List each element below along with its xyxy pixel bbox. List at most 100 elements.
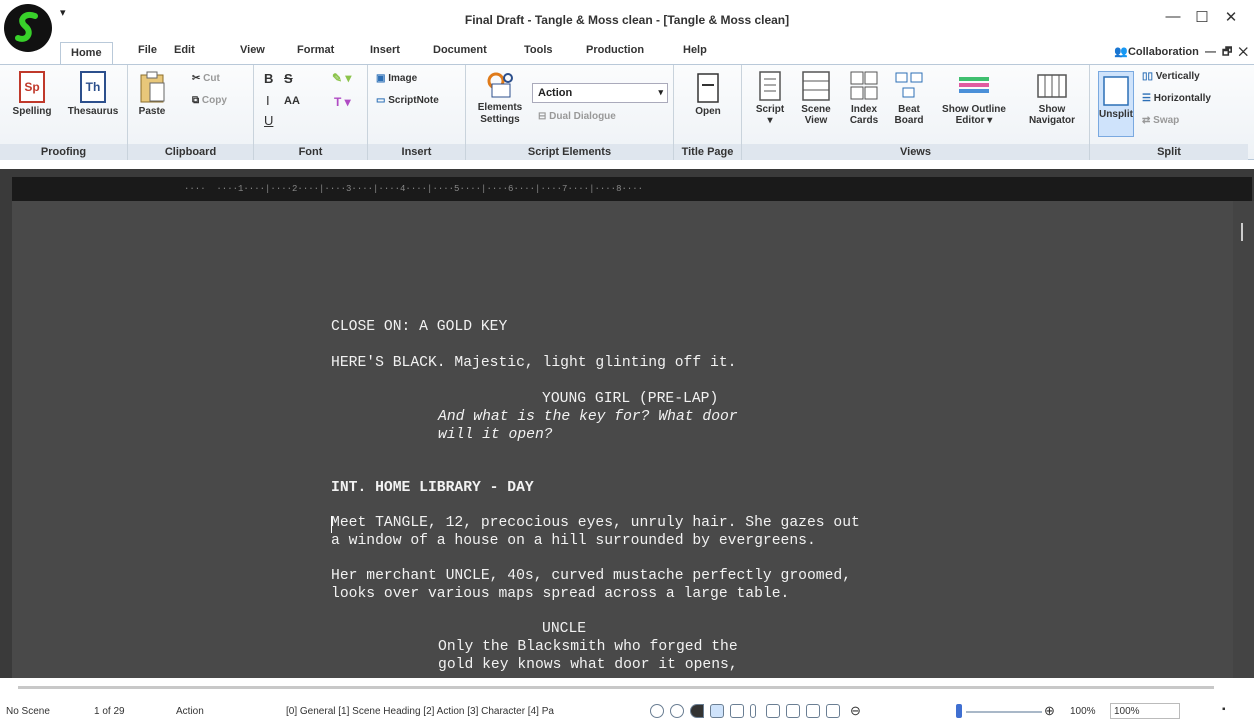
swap-button[interactable]: ⇄ Swap: [1142, 115, 1179, 126]
split-horizontal-icon: ☰: [1142, 93, 1154, 104]
elements-settings-button[interactable]: Elements Settings: [474, 71, 526, 126]
vertical-scrollbar[interactable]: [1233, 201, 1254, 678]
title-page-label: Title Page: [674, 144, 741, 160]
zoom-slider-thumb[interactable]: [956, 704, 962, 718]
split-label: Split: [1090, 144, 1248, 160]
scene-view-button[interactable]: Scene View: [792, 71, 840, 126]
element-select[interactable]: Action ▾: [532, 83, 668, 103]
script-line-character[interactable]: UNCLE: [542, 620, 586, 638]
title-page-open-button[interactable]: Open: [688, 73, 728, 117]
show-navigator-button[interactable]: Show Navigator: [1020, 71, 1084, 126]
copy-button[interactable]: ⧉ Copy: [192, 95, 227, 106]
dual-dialogue-button[interactable]: ⊟ Dual Dialogue: [538, 111, 616, 122]
ribbon-bottom-edge: [0, 161, 1254, 169]
title-page-icon: [697, 73, 719, 103]
collaboration-status-icon[interactable]: [670, 704, 684, 718]
collaboration-button[interactable]: 👥Collaboration — 🗗 ✕: [1114, 43, 1248, 62]
script-line-dialogue[interactable]: gold key knows what door it opens,: [438, 656, 738, 678]
scene-view-status-icon[interactable]: [766, 704, 780, 718]
script-line-dialogue[interactable]: Only the Blacksmith who forged the: [438, 638, 738, 656]
tab-edit[interactable]: Edit: [174, 44, 195, 56]
text-cursor: [331, 516, 332, 533]
paste-button[interactable]: Paste: [134, 71, 170, 117]
cut-icon: ✂: [192, 73, 204, 84]
cut-button[interactable]: ✂ Cut: [192, 73, 220, 84]
script-line-character[interactable]: YOUNG GIRL (PRE-LAP): [542, 390, 718, 408]
views-label: Views: [742, 144, 1089, 160]
outline-status-icon[interactable]: [786, 704, 800, 718]
script-view-button[interactable]: Script ▾: [750, 71, 790, 126]
italic-button[interactable]: I: [266, 93, 270, 108]
tab-document[interactable]: Document: [433, 44, 487, 56]
script-line-dialogue[interactable]: And what is the key for? What door: [438, 408, 738, 426]
status-page[interactable]: 1 of 29: [94, 706, 125, 717]
zoom-level: 100%: [1070, 706, 1096, 717]
navigator-icon: [1037, 74, 1067, 98]
status-element[interactable]: Action: [176, 706, 204, 717]
highlight-icon[interactable]: ✎ ▾: [332, 71, 351, 85]
text-color-icon[interactable]: T ▾: [334, 95, 351, 109]
strikethrough-button[interactable]: S: [284, 71, 293, 86]
zoom-in-icon[interactable]: ⊕: [1044, 703, 1055, 719]
spelling-button[interactable]: Sp Spelling: [4, 71, 60, 117]
unsplit-button[interactable]: Unsplit: [1098, 71, 1134, 137]
close-button[interactable]: ✕: [1219, 8, 1243, 28]
show-outline-editor-button[interactable]: Show Outline Editor ▾: [932, 71, 1016, 126]
split-vertically-button[interactable]: ▯▯ Vertically: [1142, 71, 1200, 82]
tab-help[interactable]: Help: [683, 44, 707, 56]
script-line-action[interactable]: Her merchant UNCLE, 40s, curved mustache…: [331, 567, 851, 585]
speed-view-icon[interactable]: [750, 704, 756, 718]
page-view-icon[interactable]: [710, 704, 724, 718]
script-line-action[interactable]: HERE'S BLACK. Majestic, light glinting o…: [331, 354, 736, 372]
zoom-input[interactable]: 100%: [1110, 703, 1180, 719]
tab-view[interactable]: View: [240, 44, 265, 56]
maximize-button[interactable]: ☐: [1190, 8, 1214, 28]
insert-image-button[interactable]: ▣ Image: [376, 73, 417, 84]
script-line-action[interactable]: a window of a house on a hill surrounded…: [331, 532, 816, 550]
unsplit-icon: [1103, 76, 1129, 106]
tab-production[interactable]: Production: [586, 44, 644, 56]
script-line-action[interactable]: Meet TANGLE, 12, precocious eyes, unruly…: [331, 514, 860, 532]
minimize-button[interactable]: —: [1161, 8, 1185, 28]
script-page[interactable]: [12, 201, 1233, 678]
script-line-action[interactable]: looks over various maps spread across a …: [331, 585, 789, 603]
proofing-group: Sp Spelling Th Thesaurus Proofing: [0, 65, 128, 160]
insert-label: Insert: [368, 144, 465, 160]
views-group: Script ▾ Scene View Index Cards Beat Boar…: [742, 65, 1090, 160]
tab-tools[interactable]: Tools: [524, 44, 553, 56]
script-line-dialogue[interactable]: will it open?: [438, 426, 553, 444]
status-element-shortcuts: [0] General [1] Scene Heading [2] Action…: [286, 706, 554, 717]
clock-icon[interactable]: [650, 704, 664, 718]
bold-button[interactable]: B: [264, 71, 273, 86]
normal-view-icon[interactable]: [730, 704, 744, 718]
ribbon-tabs: Home File Edit View Format Insert Docume…: [0, 40, 1254, 65]
app-logo-icon[interactable]: [4, 4, 52, 52]
split-status-icon[interactable]: [826, 704, 840, 718]
script-line-scene-heading[interactable]: INT. HOME LIBRARY - DAY: [331, 479, 534, 497]
underline-button[interactable]: U: [264, 113, 273, 128]
all-caps-button[interactable]: AA: [284, 95, 300, 107]
vertical-scrollbar-thumb[interactable]: [1241, 223, 1243, 241]
script-line-action[interactable]: CLOSE ON: A GOLD KEY: [331, 318, 507, 336]
proofing-label: Proofing: [0, 144, 127, 160]
scene-view-icon: [802, 71, 830, 101]
horizontal-scrollbar[interactable]: [18, 686, 1214, 689]
tab-insert[interactable]: Insert: [370, 44, 400, 56]
split-horizontally-button[interactable]: ☰ Horizontally: [1142, 93, 1211, 104]
clipboard-label: Clipboard: [128, 144, 253, 160]
night-mode-icon[interactable]: [690, 704, 704, 718]
beat-board-button[interactable]: Beat Board: [890, 71, 928, 126]
zoom-dropdown-icon[interactable]: ▪: [1222, 704, 1226, 715]
beat-board-icon: [895, 72, 923, 98]
window-title: Final Draft - Tangle & Moss clean - [Tan…: [464, 13, 790, 27]
tab-file[interactable]: File: [138, 44, 157, 56]
zoom-out-icon[interactable]: ⊖: [850, 703, 861, 719]
tab-format[interactable]: Format: [297, 44, 334, 56]
tab-home[interactable]: Home: [60, 42, 113, 65]
ruler[interactable]: ···· ····1····|····2····|····3····|····4…: [12, 177, 1252, 201]
scriptnote-button[interactable]: ▭ ScriptNote: [376, 95, 439, 106]
index-cards-button[interactable]: Index Cards: [840, 71, 888, 126]
index-cards-status-icon[interactable]: [806, 704, 820, 718]
thesaurus-button[interactable]: Th Thesaurus: [62, 71, 124, 117]
zoom-slider[interactable]: [966, 711, 1042, 713]
